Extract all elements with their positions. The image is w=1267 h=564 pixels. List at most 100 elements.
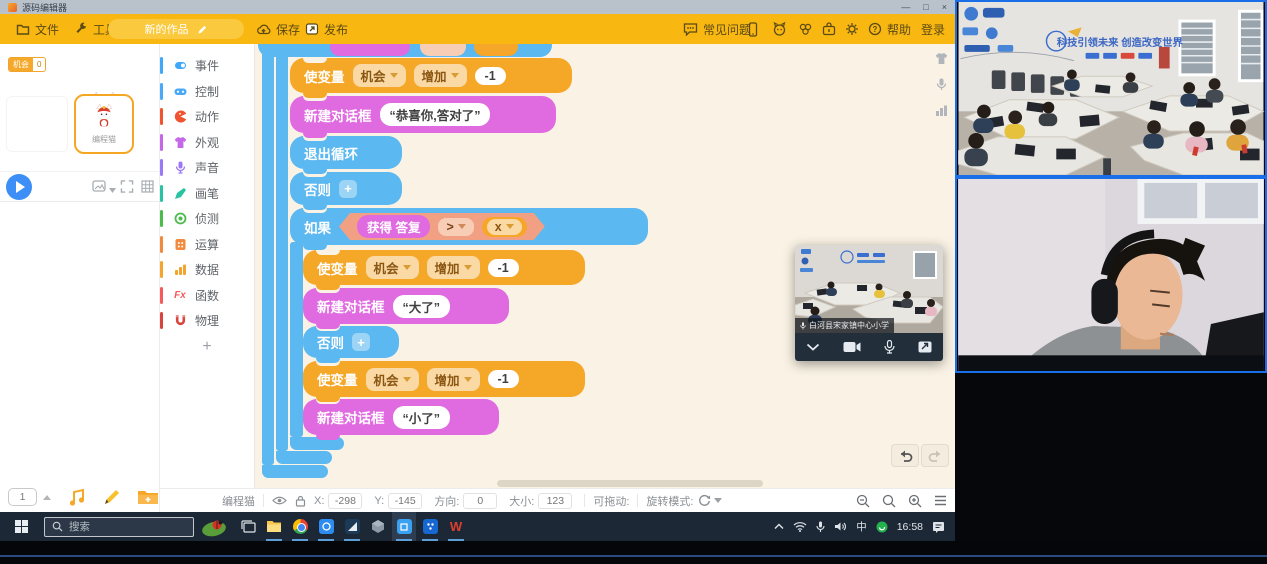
- task-view-button[interactable]: [236, 512, 260, 541]
- pencil-tool-icon[interactable]: [102, 487, 122, 507]
- clock[interactable]: 16:58: [897, 521, 923, 533]
- maximize-button[interactable]: □: [923, 2, 928, 12]
- palette-item-sensing[interactable]: 侦测: [160, 206, 254, 232]
- start-button[interactable]: [0, 512, 42, 541]
- get-answer-reporter[interactable]: 获得 答复: [357, 215, 430, 238]
- wifi-icon[interactable]: [793, 521, 807, 532]
- palette-item-sound[interactable]: 声音: [160, 155, 254, 181]
- palette-item-motion[interactable]: 动作: [160, 104, 254, 130]
- value-input[interactable]: -1: [488, 259, 519, 277]
- x-coordinate-input[interactable]: -298: [328, 493, 362, 509]
- outer-loop-spine[interactable]: [262, 44, 274, 465]
- tray-chevron-up-icon[interactable]: [774, 523, 784, 530]
- palette-item-physics[interactable]: 物理: [160, 308, 254, 334]
- operation-dropdown[interactable]: 增加: [414, 64, 467, 87]
- background-image-button[interactable]: [92, 180, 116, 198]
- outer-if-spine[interactable]: [276, 44, 288, 451]
- costume-tab-icon[interactable]: [935, 52, 948, 65]
- mobile-preview-button[interactable]: [747, 14, 759, 44]
- palette-item-operators[interactable]: 运算: [160, 232, 254, 258]
- faq-button[interactable]: 常见问题: [683, 14, 751, 44]
- palette-item-pen[interactable]: 画笔: [160, 181, 254, 207]
- material-box-button[interactable]: [822, 14, 836, 44]
- classroom-video-feed[interactable]: 科技引领未来 创造改变世界: [955, 0, 1267, 177]
- operation-dropdown[interactable]: 增加: [427, 368, 480, 391]
- character-button[interactable]: [772, 14, 787, 44]
- else-block-outer[interactable]: 否则 +: [290, 172, 402, 205]
- publish-button[interactable]: 发布: [305, 14, 348, 44]
- file-menu[interactable]: 文件: [16, 14, 59, 44]
- y-coordinate-input[interactable]: -145: [388, 493, 422, 509]
- outer-if-foot[interactable]: [276, 451, 332, 464]
- minimize-button[interactable]: —: [901, 2, 910, 12]
- palette-item-events[interactable]: 事件: [160, 53, 254, 79]
- redo-button[interactable]: [921, 444, 949, 467]
- background-thumbnail[interactable]: [6, 96, 68, 152]
- chevron-down-icon[interactable]: [714, 498, 722, 503]
- set-variable-block-1[interactable]: 使变量 机会 增加 -1: [290, 58, 572, 93]
- close-button[interactable]: ×: [942, 2, 947, 12]
- project-name-input[interactable]: 新的作品: [108, 19, 244, 39]
- blocks-button[interactable]: [798, 14, 813, 44]
- lock-icon[interactable]: [295, 495, 306, 507]
- taskbar-app-3d-viewer[interactable]: [366, 512, 390, 541]
- sound-tab-icon[interactable]: [935, 78, 948, 91]
- taskbar-app-wps[interactable]: W: [444, 512, 468, 541]
- dialog-block-small[interactable]: 新建对话框 “小了”: [303, 399, 499, 435]
- if-block[interactable]: 如果 获得 答复 > x: [290, 208, 648, 245]
- dialog-text-input[interactable]: “小了”: [393, 406, 451, 429]
- play-button[interactable]: [6, 174, 32, 200]
- menu-icon[interactable]: [934, 495, 947, 506]
- palette-item-looks[interactable]: 外观: [160, 130, 254, 156]
- visibility-eye-icon[interactable]: [272, 495, 287, 506]
- variable-x-reporter[interactable]: x: [482, 217, 527, 237]
- else-block-inner[interactable]: 否则 +: [303, 326, 399, 358]
- palette-item-data[interactable]: 数据: [160, 257, 254, 283]
- call-overlay-window[interactable]: 白河县宋家镇中心小学: [795, 245, 943, 361]
- else-add-button[interactable]: +: [352, 333, 370, 351]
- exit-loop-block[interactable]: 退出循环: [290, 136, 402, 169]
- taskbar-app-editor-active[interactable]: [392, 512, 416, 541]
- taskbar-app-whiteboard[interactable]: [418, 512, 442, 541]
- if-condition[interactable]: 获得 答复 > x: [339, 213, 545, 240]
- variable-dropdown[interactable]: 机会: [366, 368, 419, 391]
- value-input[interactable]: -1: [475, 67, 506, 85]
- taskbar-app-mail[interactable]: [340, 512, 364, 541]
- data-tab-icon[interactable]: [935, 104, 948, 117]
- direction-input[interactable]: 0: [463, 493, 497, 509]
- taskbar-app-file-explorer[interactable]: [262, 512, 286, 541]
- size-input[interactable]: 123: [538, 493, 572, 509]
- teacher-video-feed[interactable]: [955, 177, 1267, 373]
- music-note-icon[interactable]: [67, 487, 87, 507]
- grid-icon[interactable]: [141, 180, 154, 198]
- clipped-if-block[interactable]: [258, 44, 552, 57]
- dialog-block-correct[interactable]: 新建对话框 “恭喜你,答对了”: [290, 96, 556, 133]
- fullscreen-icon[interactable]: [120, 180, 134, 198]
- outer-loop-foot[interactable]: [262, 465, 328, 478]
- page-caret-icon[interactable]: [43, 495, 51, 500]
- value-input[interactable]: -1: [488, 370, 519, 388]
- ladybug-doodle-icon[interactable]: [200, 516, 228, 538]
- zoom-in-icon[interactable]: [908, 494, 922, 508]
- set-variable-block-2[interactable]: 使变量 机会 增加 -1: [303, 250, 585, 285]
- camera-icon[interactable]: [843, 341, 861, 353]
- microphone-tray-icon[interactable]: [816, 521, 825, 533]
- zoom-out-icon[interactable]: [856, 494, 870, 508]
- else-add-button[interactable]: +: [339, 180, 357, 198]
- expand-icon[interactable]: [918, 341, 932, 353]
- undo-button[interactable]: [891, 444, 919, 467]
- input-method-indicator[interactable]: 中: [856, 519, 867, 534]
- collapse-chevron-icon[interactable]: [806, 343, 820, 351]
- sprite-thumbnail-selected[interactable]: 编程猫: [74, 94, 134, 154]
- dialog-text-input[interactable]: “恭喜你,答对了”: [380, 103, 491, 126]
- dialog-block-big[interactable]: 新建对话框 “大了”: [303, 288, 509, 324]
- dialog-text-input[interactable]: “大了”: [393, 295, 451, 318]
- taskbar-app-blue[interactable]: [314, 512, 338, 541]
- variable-monitor[interactable]: 机会 0: [8, 57, 46, 72]
- taskbar-app-chrome[interactable]: [288, 512, 312, 541]
- variable-dropdown[interactable]: 机会: [353, 64, 406, 87]
- taskbar-search-input[interactable]: 搜索: [44, 517, 194, 537]
- add-category-button[interactable]: +: [160, 334, 254, 360]
- rotation-mode-icon[interactable]: [698, 494, 711, 507]
- page-selector[interactable]: 1: [8, 488, 37, 506]
